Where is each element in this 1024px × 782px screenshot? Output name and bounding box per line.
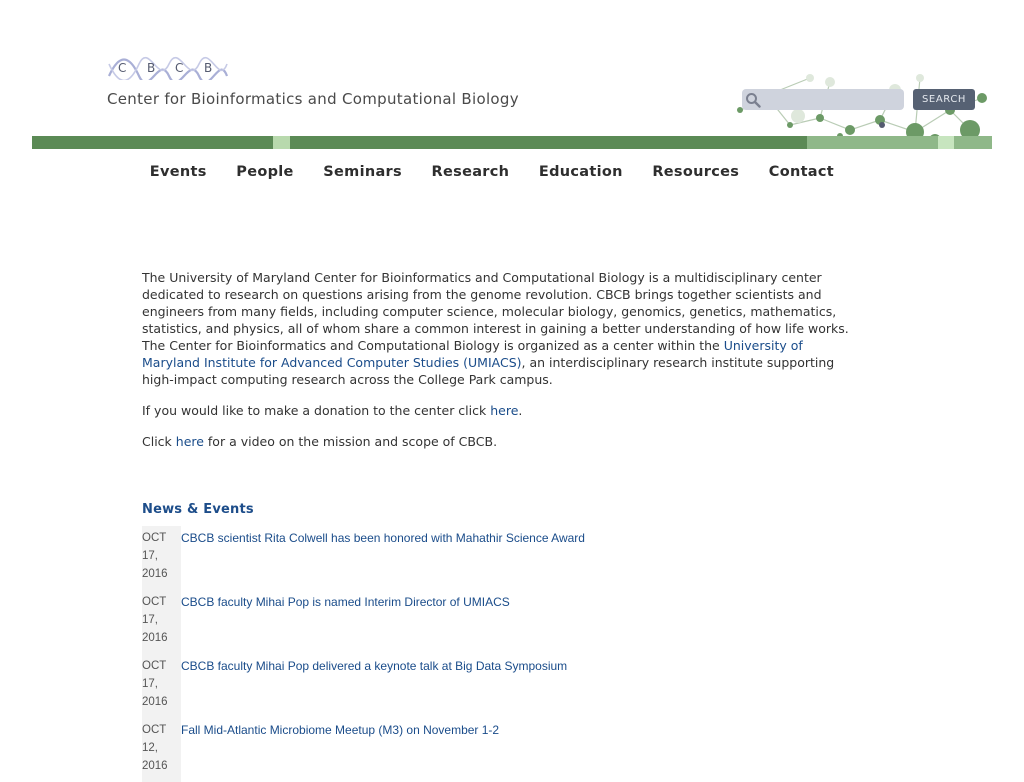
video-link[interactable]: here [176, 434, 204, 449]
nav-item-education[interactable]: Education [524, 160, 637, 184]
news-date: OCT 12, 2016 [142, 718, 181, 782]
news-item: OCT 12, 2016 Fall Mid-Atlantic Microbiom… [142, 718, 842, 782]
nav-item-events[interactable]: Events [135, 160, 221, 184]
news-date-year: 2016 [142, 696, 168, 708]
video-paragraph: Click here for a video on the mission an… [142, 433, 864, 450]
news-title-link[interactable]: CBCB faculty Mihai Pop is named Interim … [181, 595, 510, 609]
news-date-year: 2016 [142, 568, 168, 580]
news-date-day: 17, [142, 678, 158, 690]
nav-item-research[interactable]: Research [417, 160, 524, 184]
news-item: OCT 17, 2016 CBCB faculty Mihai Pop is n… [142, 590, 842, 654]
logo-letter: B [147, 61, 156, 75]
band-highlight [938, 136, 954, 149]
intro-content: The University of Maryland Center for Bi… [142, 269, 864, 464]
news-date: OCT 17, 2016 [142, 654, 181, 718]
news-date: OCT 17, 2016 [142, 526, 181, 590]
news-item: OCT 17, 2016 CBCB scientist Rita Colwell… [142, 526, 842, 590]
donation-text-tail: . [518, 403, 523, 418]
news-title-link[interactable]: Fall Mid-Atlantic Microbiome Meetup (M3)… [181, 723, 499, 737]
logo-letter: C [118, 61, 127, 75]
news-list: OCT 17, 2016 CBCB scientist Rita Colwell… [142, 526, 842, 782]
news-date-month: OCT [142, 660, 167, 672]
header-divider-band [32, 136, 992, 149]
news-item: OCT 17, 2016 CBCB faculty Mihai Pop deli… [142, 654, 842, 718]
logo-letter: C [175, 61, 184, 75]
logo-letters: C B C B [118, 61, 230, 77]
search-icon [746, 93, 761, 108]
intro-paragraph: The University of Maryland Center for Bi… [142, 269, 864, 388]
news-heading: News & Events [142, 502, 254, 517]
news-date: OCT 17, 2016 [142, 590, 181, 654]
search-input[interactable] [742, 89, 904, 110]
donation-text: If you would like to make a donation to … [142, 403, 491, 418]
search-button[interactable]: SEARCH [913, 89, 975, 110]
nav-item-contact[interactable]: Contact [754, 160, 849, 184]
news-date-month: OCT [142, 596, 167, 608]
news-title-link[interactable]: CBCB faculty Mihai Pop delivered a keyno… [181, 659, 567, 673]
main-nav: Events People Seminars Research Educatio… [135, 160, 849, 184]
news-date-month: OCT [142, 724, 167, 736]
news-date-day: 17, [142, 614, 158, 626]
news-date-month: OCT [142, 532, 167, 544]
news-date-year: 2016 [142, 760, 168, 772]
news-title-link[interactable]: CBCB scientist Rita Colwell has been hon… [181, 531, 585, 545]
band-highlight [273, 136, 290, 149]
nav-item-seminars[interactable]: Seminars [309, 160, 417, 184]
video-text: Click [142, 434, 176, 449]
band-highlight [807, 136, 992, 149]
nav-item-people[interactable]: People [221, 160, 308, 184]
site-logo[interactable]: C B C B Center for Bioinformatics and Co… [107, 56, 537, 116]
video-text-tail: for a video on the mission and scope of … [203, 434, 498, 449]
news-date-day: 12, [142, 742, 158, 754]
donation-paragraph: If you would like to make a donation to … [142, 402, 864, 419]
nav-item-resources[interactable]: Resources [638, 160, 754, 184]
site-tagline: Center for Bioinformatics and Computatio… [107, 90, 519, 108]
news-date-day: 17, [142, 550, 158, 562]
donation-link[interactable]: here [490, 403, 518, 418]
logo-letter: B [204, 61, 213, 75]
news-date-year: 2016 [142, 632, 168, 644]
